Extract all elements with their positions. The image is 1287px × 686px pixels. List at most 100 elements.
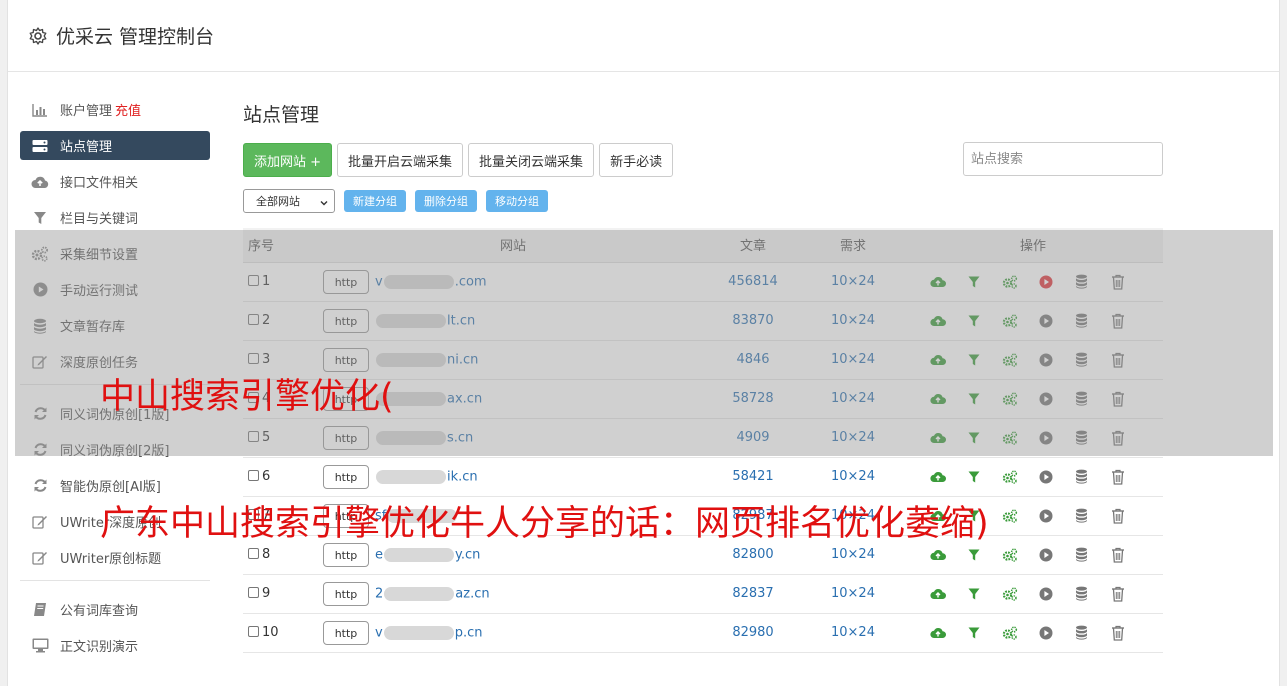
row-checkbox[interactable] <box>248 431 259 442</box>
database-icon[interactable] <box>1073 468 1090 485</box>
row-checkbox[interactable] <box>248 353 259 364</box>
article-count[interactable]: 58421 <box>703 457 803 497</box>
gears-icon[interactable] <box>1001 312 1018 329</box>
demand-value[interactable]: 10×24 <box>803 379 903 419</box>
trash-icon[interactable] <box>1109 312 1126 329</box>
cloud-upload-icon[interactable] <box>929 585 946 602</box>
site-domain-prefix[interactable]: 2 <box>375 586 383 601</box>
gears-icon[interactable] <box>1001 468 1018 485</box>
article-count[interactable]: 82837 <box>703 574 803 614</box>
database-icon[interactable] <box>1073 507 1090 524</box>
article-count[interactable]: 4846 <box>703 340 803 380</box>
filter-icon[interactable] <box>965 624 982 641</box>
cloud-upload-icon[interactable] <box>929 273 946 290</box>
site-domain-suffix[interactable]: ik.cn <box>447 469 478 484</box>
gears-icon[interactable] <box>1001 351 1018 368</box>
sidebar-item-public-lexicon[interactable]: 公有词库查询 <box>20 595 210 624</box>
site-domain-prefix[interactable]: v <box>375 274 383 289</box>
move-group-button[interactable]: 移动分组 <box>486 190 548 212</box>
demand-value[interactable]: 10×24 <box>803 613 903 653</box>
gears-icon[interactable] <box>1001 585 1018 602</box>
demand-value[interactable]: 10×24 <box>803 301 903 341</box>
trash-icon[interactable] <box>1109 468 1126 485</box>
delete-group-button[interactable]: 删除分组 <box>415 190 477 212</box>
trash-icon[interactable] <box>1109 351 1126 368</box>
site-domain-suffix[interactable]: lt.cn <box>447 313 475 328</box>
trash-icon[interactable] <box>1109 585 1126 602</box>
database-icon[interactable] <box>1073 312 1090 329</box>
newbie-guide-button[interactable]: 新手必读 <box>599 143 674 177</box>
article-count[interactable]: 82980 <box>703 613 803 653</box>
trash-icon[interactable] <box>1109 273 1126 290</box>
filter-icon[interactable] <box>965 351 982 368</box>
database-icon[interactable] <box>1073 546 1090 563</box>
database-icon[interactable] <box>1073 390 1090 407</box>
trash-icon[interactable] <box>1109 429 1126 446</box>
filter-icon[interactable] <box>965 429 982 446</box>
play-icon[interactable] <box>1037 390 1054 407</box>
cloud-upload-icon[interactable] <box>929 624 946 641</box>
group-select[interactable]: 全部网站 <box>243 189 335 213</box>
trash-icon[interactable] <box>1109 390 1126 407</box>
database-icon[interactable] <box>1073 624 1090 641</box>
site-domain-suffix[interactable]: ax.cn <box>447 391 482 406</box>
filter-icon[interactable] <box>965 546 982 563</box>
trash-icon[interactable] <box>1109 507 1126 524</box>
gears-icon[interactable] <box>1001 429 1018 446</box>
gears-icon[interactable] <box>1001 390 1018 407</box>
sidebar-item-interface-files[interactable]: 接口文件相关 <box>20 167 210 196</box>
article-count[interactable]: 456814 <box>703 262 803 302</box>
play-icon[interactable] <box>1037 546 1054 563</box>
play-icon[interactable] <box>1037 585 1054 602</box>
sidebar-item-uwriter-title[interactable]: UWriter原创标题 <box>20 543 210 572</box>
gears-icon[interactable] <box>1001 507 1018 524</box>
site-domain-suffix[interactable]: ni.cn <box>447 352 478 367</box>
site-domain-suffix[interactable]: az.cn <box>455 586 489 601</box>
database-icon[interactable] <box>1073 429 1090 446</box>
play-icon[interactable] <box>1037 273 1054 290</box>
demand-value[interactable]: 10×24 <box>803 574 903 614</box>
sidebar-item-manual-run[interactable]: 手动运行测试 <box>20 275 210 304</box>
row-checkbox[interactable] <box>248 626 259 637</box>
add-site-button[interactable]: 添加网站 + <box>243 143 333 177</box>
cloud-upload-icon[interactable] <box>929 429 946 446</box>
sidebar-item-collect-settings[interactable]: 采集细节设置 <box>20 239 210 268</box>
article-count[interactable]: 58728 <box>703 379 803 419</box>
filter-icon[interactable] <box>965 273 982 290</box>
row-checkbox[interactable] <box>248 314 259 325</box>
site-domain-prefix[interactable]: e <box>375 547 383 562</box>
protocol-badge[interactable]: http <box>323 620 369 645</box>
filter-icon[interactable] <box>965 468 982 485</box>
play-icon[interactable] <box>1037 312 1054 329</box>
sidebar-item-text-recognition[interactable]: 正文识别演示 <box>20 631 210 660</box>
trash-icon[interactable] <box>1109 546 1126 563</box>
batch-close-button[interactable]: 批量关闭云端采集 <box>468 143 595 177</box>
demand-value[interactable]: 10×24 <box>803 262 903 302</box>
protocol-badge[interactable]: http <box>323 308 369 333</box>
demand-value[interactable]: 10×24 <box>803 418 903 458</box>
site-domain-suffix[interactable]: y.cn <box>455 547 480 562</box>
site-domain-suffix[interactable]: s.cn <box>447 430 473 445</box>
article-count[interactable]: 4909 <box>703 418 803 458</box>
site-domain-prefix[interactable]: v <box>375 625 383 640</box>
play-icon[interactable] <box>1037 429 1054 446</box>
database-icon[interactable] <box>1073 273 1090 290</box>
row-checkbox[interactable] <box>248 275 259 286</box>
sidebar-item-synonym-v2[interactable]: 同义词伪原创[2版] <box>20 435 210 464</box>
new-group-button[interactable]: 新建分组 <box>344 190 406 212</box>
gears-icon[interactable] <box>1001 273 1018 290</box>
play-icon[interactable] <box>1037 507 1054 524</box>
protocol-badge[interactable]: http <box>323 542 369 567</box>
sidebar-item-sites[interactable]: 站点管理 <box>20 131 210 160</box>
protocol-badge[interactable]: http <box>323 464 369 489</box>
filter-icon[interactable] <box>965 312 982 329</box>
sidebar-item-columns-keywords[interactable]: 栏目与关键词 <box>20 203 210 232</box>
database-icon[interactable] <box>1073 585 1090 602</box>
sidebar-item-account[interactable]: 账户管理 充值 <box>20 95 210 124</box>
site-domain-suffix[interactable]: p.cn <box>455 625 483 640</box>
protocol-badge[interactable]: http <box>323 581 369 606</box>
row-checkbox[interactable] <box>248 587 259 598</box>
demand-value[interactable]: 10×24 <box>803 457 903 497</box>
gears-icon[interactable] <box>1001 546 1018 563</box>
filter-icon[interactable] <box>965 585 982 602</box>
